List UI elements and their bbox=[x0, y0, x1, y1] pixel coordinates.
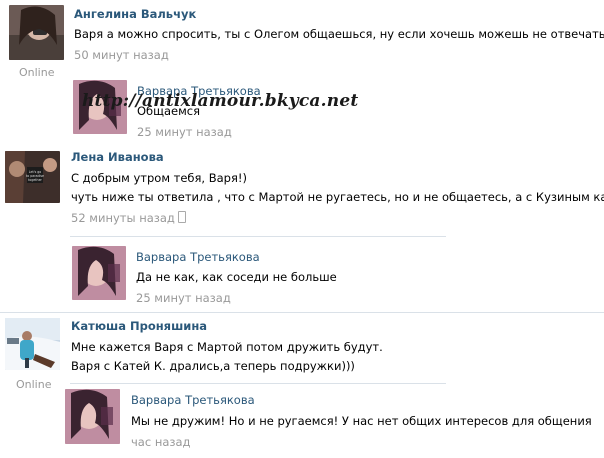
reply-divider bbox=[70, 383, 446, 384]
comment-text: Мне кажется Варя с Мартой потом дружить … bbox=[71, 340, 383, 354]
avatar-varvara-image bbox=[72, 246, 126, 300]
reply-divider bbox=[70, 236, 446, 237]
reply-text: Да не как, как соседи не больше bbox=[136, 270, 337, 284]
comment-time[interactable]: 52 минуты назад bbox=[71, 211, 186, 225]
comment-text: чуть ниже ты ответила , что с Мартой не … bbox=[71, 190, 604, 204]
svg-text:together: together bbox=[28, 178, 42, 182]
avatar-lena[interactable]: Let's go to paradise together bbox=[5, 151, 60, 203]
mobile-phone-icon bbox=[177, 211, 186, 223]
avatar-lena-image: Let's go to paradise together bbox=[5, 151, 60, 203]
online-status: Online bbox=[19, 66, 55, 79]
avatar-angelina-image bbox=[9, 5, 64, 60]
online-status: Online bbox=[16, 378, 52, 391]
comment-author[interactable]: Катюша Проняшина bbox=[71, 319, 207, 333]
reply-text: Мы не дружим! Но и не ругаемся! У нас не… bbox=[131, 414, 592, 428]
comment-divider bbox=[0, 312, 604, 313]
comment-time-label: 52 минуты назад bbox=[71, 211, 175, 225]
comment-time[interactable]: 50 минут назад bbox=[74, 48, 169, 62]
avatar-varvara-image bbox=[65, 389, 120, 444]
avatar-angelina[interactable] bbox=[9, 5, 64, 60]
avatar-varvara[interactable] bbox=[72, 246, 126, 300]
reply-author[interactable]: Варвара Третьякова bbox=[131, 393, 255, 407]
reply-author[interactable]: Варвара Третьякова bbox=[136, 250, 260, 264]
reply-time[interactable]: 25 минут назад bbox=[137, 125, 232, 139]
avatar-katyusha-image bbox=[5, 318, 60, 370]
avatar-katyusha[interactable] bbox=[5, 318, 60, 370]
reply-time[interactable]: 25 минут назад bbox=[136, 291, 231, 305]
comment-author[interactable]: Ангелина Вальчук bbox=[74, 7, 196, 21]
comment-text: Варя а можно спросить, ты с Олегом общае… bbox=[74, 27, 604, 41]
comment-author[interactable]: Лена Иванова bbox=[71, 150, 164, 164]
reply-time[interactable]: час назад bbox=[131, 435, 191, 449]
comment-text: С добрым утром тебя, Варя!) bbox=[71, 171, 247, 185]
comment-text: Варя с Катей К. дрались,а теперь подружк… bbox=[71, 359, 355, 373]
watermark-text: http://antixlamour.bkyca.net bbox=[82, 91, 359, 111]
avatar-varvara[interactable] bbox=[65, 389, 120, 444]
